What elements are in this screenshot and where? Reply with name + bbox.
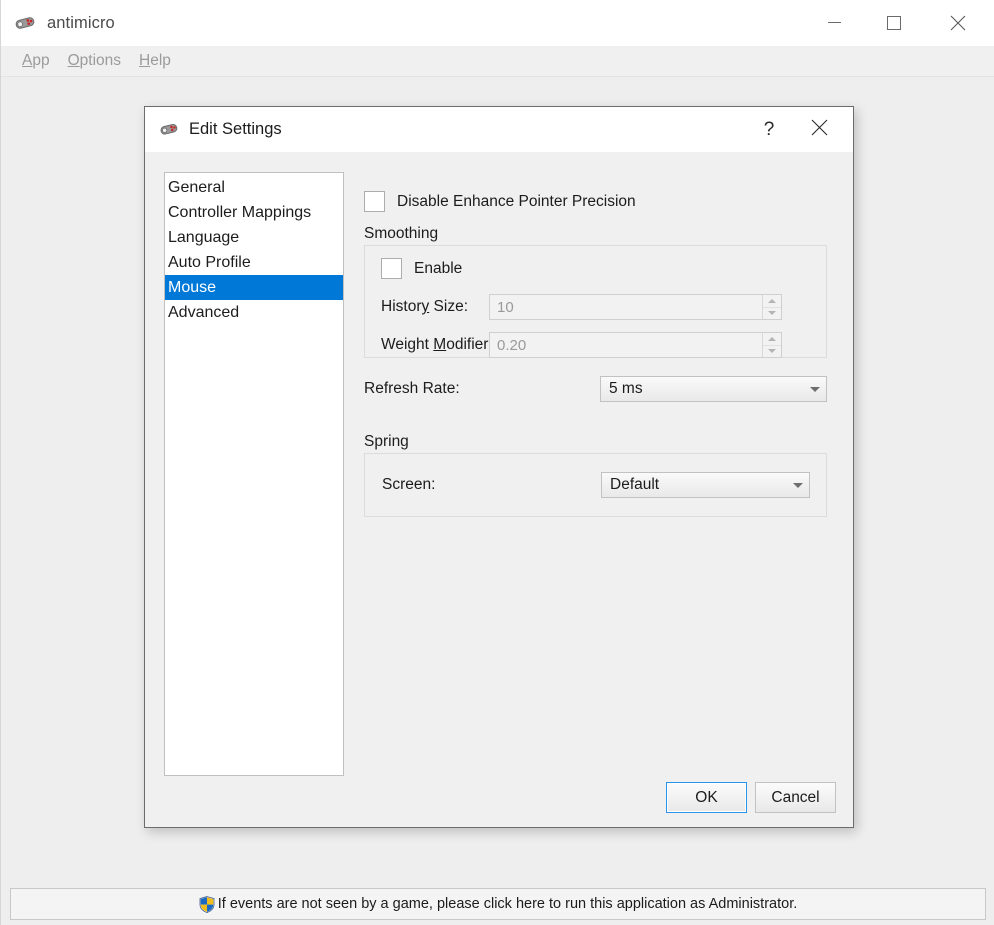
weight-modifier-value[interactable]: 0.20 xyxy=(490,333,762,357)
close-button[interactable] xyxy=(935,0,981,46)
history-size-increment-button[interactable] xyxy=(763,295,781,308)
menu-help-mnemonic: H xyxy=(139,52,151,69)
spring-group-label: Spring xyxy=(364,433,409,450)
chevron-down-icon xyxy=(804,386,826,392)
list-item-auto-profile[interactable]: Auto Profile xyxy=(165,250,343,275)
list-item-controller-mappings[interactable]: Controller Mappings xyxy=(165,200,343,225)
menu-app-mnemonic: A xyxy=(22,52,33,69)
weight-modifier-label-post: odifier: xyxy=(446,336,493,353)
menu-options-rest: ptions xyxy=(79,52,122,69)
list-item-mouse[interactable]: Mouse xyxy=(165,275,343,300)
window-title: antimicro xyxy=(47,13,115,32)
window-title-group: antimicro xyxy=(14,0,115,46)
run-as-administrator-label: If events are not seen by a game, please… xyxy=(217,896,798,912)
weight-modifier-decrement-button[interactable] xyxy=(763,346,781,358)
menu-item-options[interactable]: Options xyxy=(59,52,130,70)
dialog-titlebar: Edit Settings ? xyxy=(145,107,853,152)
list-item-general[interactable]: General xyxy=(165,175,343,200)
cancel-button[interactable]: Cancel xyxy=(755,782,836,813)
disable-enhance-pointer-precision-label: Disable Enhance Pointer Precision xyxy=(397,192,636,210)
menubar: App Options Help xyxy=(1,46,994,77)
weight-modifier-row: Weight Modifier: 0.20 xyxy=(381,332,782,358)
spring-screen-combobox[interactable]: Default xyxy=(601,472,810,498)
smoothing-enable-checkbox[interactable] xyxy=(381,258,402,279)
chevron-up-icon xyxy=(768,336,776,341)
menu-help-rest: elp xyxy=(150,52,171,69)
list-item-language[interactable]: Language xyxy=(165,225,343,250)
smoothing-group-label: Smoothing xyxy=(364,225,439,242)
weight-modifier-label-mnemonic: M xyxy=(433,336,447,353)
minimize-button[interactable] xyxy=(811,0,857,46)
weight-modifier-label-pre: Weight xyxy=(381,336,434,353)
history-size-label: History Size: xyxy=(381,298,489,316)
list-item-advanced[interactable]: Advanced xyxy=(165,300,343,325)
menu-app-rest: pp xyxy=(32,52,50,69)
spring-screen-row: Screen: Default xyxy=(382,472,812,498)
dialog-title-label: Edit Settings xyxy=(189,120,282,138)
chevron-up-icon xyxy=(768,298,776,303)
history-size-label-post: Size: xyxy=(429,298,468,315)
refresh-rate-row: Refresh Rate: 5 ms xyxy=(364,376,827,402)
history-size-label-pre: Histor xyxy=(381,298,422,315)
history-size-row: History Size: 10 xyxy=(381,294,782,320)
mouse-settings-pane: Disable Enhance Pointer Precision Smooth… xyxy=(364,172,834,776)
ok-button[interactable]: OK xyxy=(666,782,747,813)
run-as-administrator-bar[interactable]: If events are not seen by a game, please… xyxy=(10,888,986,920)
gamepad-icon xyxy=(14,14,36,32)
menu-item-app[interactable]: App xyxy=(13,52,59,70)
history-size-value[interactable]: 10 xyxy=(490,295,762,319)
smoothing-groupbox: Enable History Size: 10 Weight Modifier: xyxy=(364,245,827,358)
dialog-help-button[interactable]: ? xyxy=(746,107,792,152)
menu-item-help[interactable]: Help xyxy=(130,52,180,70)
chevron-down-icon xyxy=(768,349,776,354)
disable-enhance-pointer-precision-row[interactable]: Disable Enhance Pointer Precision xyxy=(364,191,636,212)
dialog-title-group: Edit Settings xyxy=(159,107,282,152)
weight-modifier-spin-buttons[interactable] xyxy=(762,333,781,357)
dialog-close-button[interactable] xyxy=(796,107,842,152)
question-mark-icon: ? xyxy=(763,118,775,140)
spring-groupbox: Screen: Default xyxy=(364,453,827,517)
smoothing-enable-row[interactable]: Enable xyxy=(381,258,462,279)
close-icon xyxy=(811,119,828,141)
gamepad-icon xyxy=(159,121,179,138)
spring-screen-label: Screen: xyxy=(382,476,436,493)
weight-modifier-spinbox[interactable]: 0.20 xyxy=(489,332,782,358)
refresh-rate-value: 5 ms xyxy=(609,380,643,397)
history-size-spin-buttons[interactable] xyxy=(762,295,781,319)
history-size-spinbox[interactable]: 10 xyxy=(489,294,782,320)
maximize-button[interactable] xyxy=(871,0,917,46)
menu-options-mnemonic: O xyxy=(67,52,80,69)
refresh-rate-combobox[interactable]: 5 ms xyxy=(600,376,827,402)
window-titlebar: antimicro xyxy=(1,0,994,46)
history-size-decrement-button[interactable] xyxy=(763,308,781,320)
weight-modifier-label: Weight Modifier: xyxy=(381,336,493,354)
spring-screen-value: Default xyxy=(610,476,660,493)
disable-enhance-pointer-precision-checkbox[interactable] xyxy=(364,191,385,212)
edit-settings-dialog: Edit Settings ? General Controller Mappi… xyxy=(144,106,854,828)
chevron-down-icon xyxy=(787,482,809,488)
refresh-rate-label: Refresh Rate: xyxy=(364,380,460,397)
weight-modifier-increment-button[interactable] xyxy=(763,333,781,346)
main-window: antimicro App Options Help If events are… xyxy=(0,0,994,925)
settings-category-list[interactable]: General Controller Mappings Language Aut… xyxy=(164,172,344,776)
chevron-down-icon xyxy=(768,311,776,316)
smoothing-enable-label: Enable xyxy=(414,259,463,277)
uac-shield-icon xyxy=(199,895,215,913)
